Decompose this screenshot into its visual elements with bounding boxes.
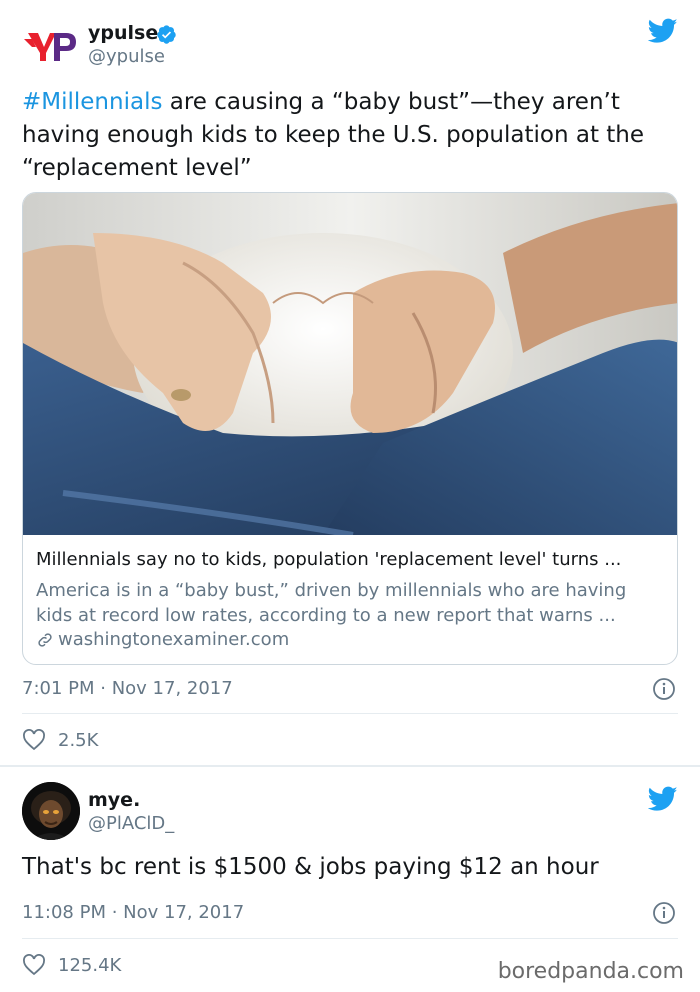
avatar-portrait (22, 782, 80, 840)
tweet-timestamp[interactable]: 7:01 PM · Nov 17, 2017 (22, 678, 233, 699)
tweet-ypulse: ypulse @ypulse #Millennials are causing … (0, 0, 700, 766)
user-handle[interactable]: @ypulse (88, 46, 165, 67)
tweet-text: #Millennials are causing a “baby bust”—t… (22, 86, 682, 185)
card-description: America is in a “baby bust,” driven by m… (36, 578, 666, 628)
mye-avatar[interactable] (22, 782, 80, 840)
divider (22, 938, 678, 939)
verified-badge-icon (157, 25, 176, 44)
display-name[interactable]: ypulse (88, 22, 158, 44)
card-link[interactable]: washingtonexaminer.com (36, 629, 289, 650)
like-button[interactable]: 125.4K (22, 954, 121, 976)
twitter-bird-icon[interactable] (648, 18, 678, 44)
ypulse-avatar[interactable] (22, 17, 80, 75)
tweet-timestamp[interactable]: 11:08 PM · Nov 17, 2017 (22, 902, 244, 923)
tweet-text: That's bc rent is $1500 & jobs paying $1… (22, 854, 599, 880)
like-button[interactable]: 2.5K (22, 729, 98, 751)
card-description-line1: America is in a “baby bust,” driven by m… (36, 580, 627, 601)
ypulse-logo-icon (24, 33, 76, 61)
card-title[interactable]: Millennials say no to kids, population '… (36, 549, 666, 570)
card-description-line2: kids at record low rates, according to a… (36, 605, 616, 626)
like-count: 125.4K (58, 954, 122, 976)
divider (22, 713, 678, 714)
heart-icon (23, 954, 45, 976)
display-name[interactable]: mye. (88, 789, 140, 811)
watermark: boredpanda.com (497, 959, 684, 984)
card-image (23, 193, 677, 535)
tweet-text-line1: are causing a “baby bust”—they aren’t (162, 89, 620, 115)
link-icon (38, 632, 52, 647)
info-icon[interactable] (652, 677, 676, 701)
user-handle[interactable]: @PlAClD_ (88, 813, 174, 834)
info-icon[interactable] (652, 901, 676, 925)
tweet-text-line2: having enough kids to keep the U.S. popu… (22, 122, 645, 148)
tweet-text-line3: “replacement level” (22, 155, 252, 181)
like-count: 2.5K (58, 729, 99, 751)
heart-icon (23, 729, 45, 751)
tweet-mye: mye. @PlAClD_ That's bc rent is $1500 & … (0, 767, 700, 992)
card-domain: washingtonexaminer.com (58, 629, 290, 650)
twitter-bird-icon[interactable] (648, 786, 678, 812)
link-preview-card[interactable]: Millennials say no to kids, population '… (22, 192, 678, 665)
hashtag-link[interactable]: #Millennials (22, 89, 162, 115)
